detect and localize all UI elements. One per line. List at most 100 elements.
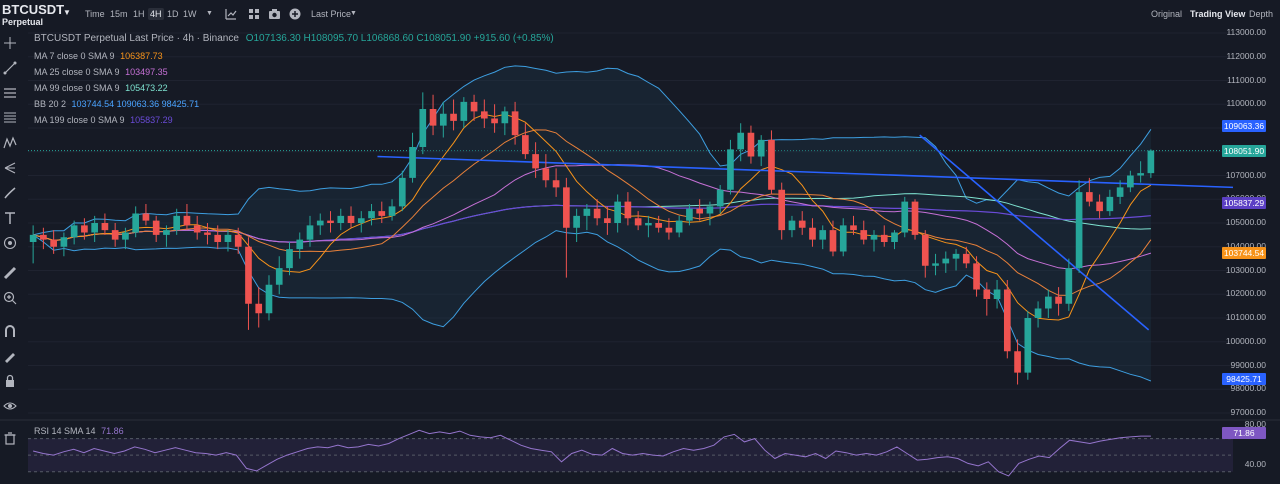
candle-body — [173, 215, 181, 231]
candle-body — [470, 101, 478, 112]
candle-body — [296, 239, 304, 250]
ruler-icon[interactable] — [3, 266, 17, 280]
timeframe-1w[interactable]: 1W — [183, 9, 197, 19]
camera-icon[interactable] — [268, 8, 281, 20]
candle-body — [460, 101, 468, 121]
candle-body — [29, 234, 37, 242]
candle-body — [880, 234, 888, 242]
top-toolbar: BTCUSDT ▼ Perpetual Time 15m 1H 4H 1D 1W… — [0, 0, 1280, 28]
candle-body — [768, 139, 775, 190]
candle-body — [357, 218, 365, 223]
more-timeframes-icon[interactable]: ▼ — [206, 10, 213, 17]
indicators-icon[interactable] — [225, 8, 237, 20]
view-original[interactable]: Original — [1151, 9, 1182, 19]
timeframe-4h[interactable]: 4H — [148, 8, 164, 20]
candle-body — [419, 109, 427, 147]
candle-body — [204, 232, 211, 235]
legend-ma199[interactable]: MA 199 close 0 SMA 9 105837.29 — [34, 115, 173, 125]
eye-icon[interactable] — [3, 399, 17, 413]
view-trading-view[interactable]: Trading View — [1190, 9, 1245, 19]
legend-ma99[interactable]: MA 99 close 0 SMA 9 105473.22 — [34, 83, 168, 93]
text-tool-icon[interactable] — [3, 211, 17, 225]
pencil-lock-icon[interactable] — [3, 349, 17, 363]
pattern-icon[interactable] — [3, 136, 17, 150]
ma99-line — [32, 193, 1151, 243]
candle-body — [983, 289, 991, 299]
candle-body — [839, 225, 847, 252]
magnet-icon[interactable] — [3, 324, 17, 338]
fib-levels-icon[interactable] — [3, 111, 17, 125]
add-icon[interactable] — [289, 8, 301, 20]
rsi-band — [28, 438, 1233, 472]
price-tick: 103000.00 — [1225, 264, 1266, 275]
timeframe-15m[interactable]: 15m — [110, 9, 128, 19]
price-badge: 98425.71 — [1222, 373, 1266, 386]
candle-body — [1116, 187, 1124, 197]
brush-icon[interactable] — [3, 186, 17, 200]
price-badge: 105837.29 — [1222, 197, 1266, 210]
candle-body — [122, 232, 129, 240]
legend-ma7[interactable]: MA 7 close 0 SMA 9 106387.73 — [34, 51, 163, 61]
timeframe-1d[interactable]: 1D — [167, 9, 179, 19]
rsi-label: RSI 14 SMA 14 — [34, 426, 96, 436]
candle-body — [973, 263, 980, 290]
candle-body — [409, 147, 416, 178]
candle-body — [706, 206, 714, 214]
horizontal-lines-icon[interactable] — [3, 86, 17, 100]
candle-body — [850, 225, 857, 231]
rsi-tick-40: 40.00 — [1244, 459, 1266, 469]
candle-body — [891, 232, 898, 242]
price-type-select[interactable]: Last Price — [311, 9, 351, 19]
legend-title: BTCUSDT Perpetual Last Price · 4h · Bina… — [34, 33, 554, 44]
price-tick: 112000.00 — [1226, 50, 1266, 61]
layout-grid-icon[interactable] — [248, 8, 260, 20]
candle-body — [716, 189, 724, 207]
trend-line-icon[interactable] — [3, 61, 17, 75]
price-chart — [0, 32, 1280, 477]
candle-body — [70, 225, 78, 238]
lock-icon[interactable] — [3, 374, 17, 388]
price-type-dropdown-icon[interactable]: ▼ — [350, 10, 357, 17]
candle-body — [1137, 173, 1144, 176]
candle-body — [398, 177, 406, 207]
symbol-title[interactable]: BTCUSDT — [2, 2, 64, 17]
candle-body — [183, 215, 191, 226]
candle-body — [583, 208, 591, 216]
fork-icon[interactable] — [3, 161, 17, 175]
emoji-icon[interactable] — [3, 236, 17, 250]
candle-body — [696, 208, 704, 214]
timeframe-1h[interactable]: 1H — [133, 9, 145, 19]
legend-ma25[interactable]: MA 25 close 0 SMA 9 103497.35 — [34, 67, 168, 77]
trash-icon[interactable] — [3, 431, 17, 445]
candle-body — [337, 215, 345, 223]
candle-body — [962, 253, 970, 264]
rsi-line — [32, 429, 1151, 477]
candle-body — [860, 230, 868, 240]
candle-body — [214, 234, 222, 242]
candle-body — [1106, 196, 1114, 212]
candle-body — [1096, 201, 1103, 212]
candle-body — [655, 223, 662, 228]
ma199-line — [32, 203, 1151, 243]
bb-mid-line — [32, 129, 1152, 296]
candle-body — [306, 225, 314, 240]
zoom-in-icon[interactable] — [3, 291, 17, 305]
candle-body — [378, 211, 386, 216]
crosshair-icon[interactable] — [3, 36, 17, 50]
price-tick: 99000.00 — [1230, 359, 1266, 370]
rsi-legend[interactable]: RSI 14 SMA 14 71.86 — [34, 426, 124, 436]
candle-body — [604, 218, 611, 223]
price-tick: 111000.00 — [1227, 74, 1266, 85]
candle-body — [50, 239, 57, 247]
price-badge: 109063.36 — [1222, 120, 1266, 133]
candle-body — [675, 220, 683, 233]
legend-bb[interactable]: BB 20 2 103744.54 109063.36 98425.71 — [34, 99, 199, 109]
candle-body — [1086, 192, 1093, 202]
candle-body — [1127, 175, 1134, 188]
symbol-dropdown-icon[interactable]: ▼ — [63, 8, 71, 17]
timeframe-time[interactable]: Time — [85, 9, 105, 19]
candle-body — [327, 220, 334, 223]
view-depth[interactable]: Depth — [1249, 9, 1273, 19]
candle-body — [142, 213, 150, 221]
bollinger-band-fill — [33, 65, 1151, 382]
